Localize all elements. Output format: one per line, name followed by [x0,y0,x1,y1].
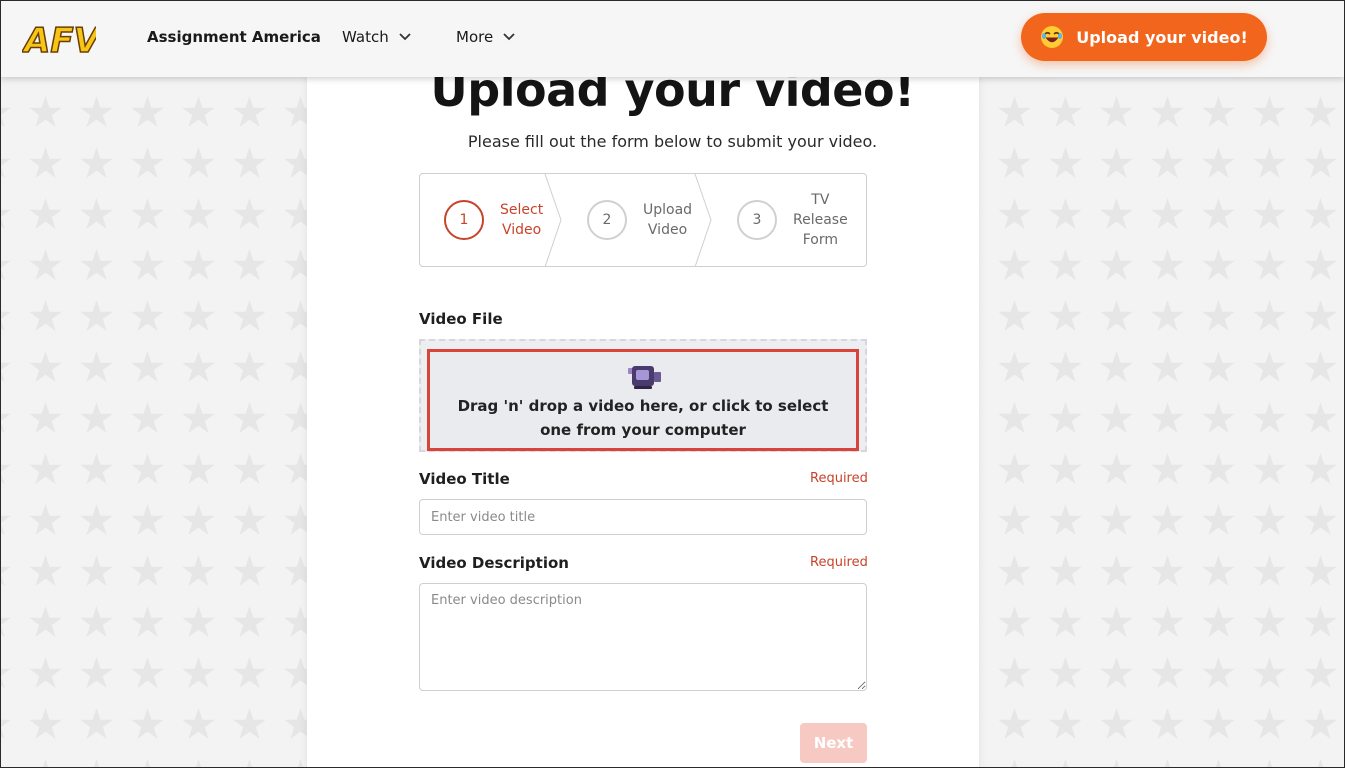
top-navigation-bar: AFV Assignment America Watch More Upload… [0,0,1345,77]
step-number: 3 [737,200,777,240]
page-subtitle: Please fill out the form below to submit… [467,132,878,151]
nav-more[interactable]: More [456,28,515,46]
nav-more-label: More [456,28,494,46]
video-title-input[interactable] [419,499,867,535]
nav-watch[interactable]: Watch [342,28,411,46]
video-description-label: Video Description [419,554,569,572]
chevron-down-icon [399,33,411,41]
laughing-face-icon [1041,26,1064,48]
step-select-video[interactable]: 1 Select Video [444,174,543,266]
upload-video-button[interactable]: Upload your video! [1021,13,1267,61]
logo-text: AFV [22,21,96,60]
nav-assignment-america-label: Assignment America [147,28,321,46]
dropzone-instructions: Drag 'n' drop a video here, or click to … [457,397,829,439]
video-dropzone[interactable]: Drag 'n' drop a video here, or click to … [427,349,859,451]
next-button[interactable]: Next [800,723,867,763]
step-label: Select Video [500,202,544,238]
upload-video-button-label: Upload your video! [1076,27,1248,47]
nav-assignment-america[interactable]: Assignment America [147,28,321,46]
video-camera-icon [628,366,661,389]
afv-logo[interactable]: AFV [20,16,103,62]
upload-stepper: 1 Select Video 2 Upload Video 3 TV Relea… [419,173,867,267]
video-file-label: Video File [419,310,503,328]
step-upload-video[interactable]: 2 Upload Video [587,174,692,266]
step-tv-release-form[interactable]: 3 TV Release Form [737,174,848,266]
step-number: 1 [444,200,484,240]
video-description-input[interactable] [419,583,867,691]
chevron-down-icon [503,33,515,41]
video-title-required: Required [810,471,868,486]
video-description-required: Required [810,555,868,570]
step-label: TV Release Form [793,192,848,248]
step-label: Upload Video [643,202,693,238]
step-number: 2 [587,200,627,240]
video-title-label: Video Title [419,470,510,488]
nav-watch-label: Watch [342,28,389,46]
